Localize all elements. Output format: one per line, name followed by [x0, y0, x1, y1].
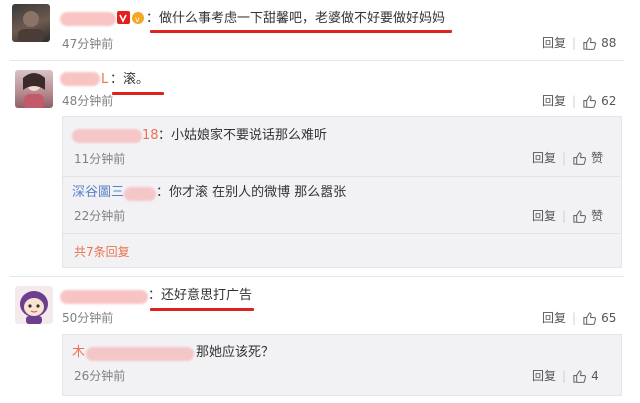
cartoon-avatar-icon	[20, 291, 48, 324]
reply-time: 11分钟前	[74, 152, 126, 166]
comment-divider	[10, 276, 624, 277]
blurred-username	[86, 347, 194, 361]
like-button[interactable]: 62	[582, 93, 616, 109]
comment-divider	[10, 60, 624, 61]
comment-actions: 回复 | 88	[542, 35, 617, 51]
reply-time: 26分钟前	[74, 369, 126, 383]
comment-text: ：做什么事考虑一下甜馨吧，老婆做不好要做好妈妈	[146, 11, 446, 26]
comment-time: 47分钟前	[62, 37, 114, 51]
reply-divider	[62, 233, 620, 234]
comment-text: ：滚。	[110, 72, 150, 87]
reply-text: ：小姑娘家不要说话那么难听	[158, 128, 328, 143]
reply-button[interactable]: 回复	[542, 35, 566, 51]
more-replies-link[interactable]: 共7条回复	[74, 244, 130, 260]
like-count: 62	[601, 94, 617, 108]
username-fragment[interactable]: 18	[142, 127, 159, 145]
reply-time: 22分钟前	[74, 209, 126, 223]
like-button[interactable]: 赞	[572, 150, 603, 166]
like-count: 88	[601, 36, 617, 50]
reply-actions: 回复 | 赞	[532, 150, 604, 166]
avatar[interactable]	[15, 286, 53, 324]
like-button[interactable]: 4	[572, 368, 599, 384]
blurred-username	[124, 187, 156, 201]
avatar-photo-icon	[23, 73, 45, 108]
like-button[interactable]: 赞	[572, 208, 603, 224]
like-button[interactable]: 88	[582, 35, 616, 51]
reply-button[interactable]: 回复	[542, 93, 566, 109]
comment-actions: 回复 | 62	[542, 93, 617, 109]
thumbs-up-icon	[573, 151, 587, 165]
reply-actions: 回复 | 4	[532, 368, 599, 384]
reply-button[interactable]: 回复	[542, 310, 566, 326]
blurred-username	[60, 72, 100, 86]
reply-divider	[62, 176, 620, 177]
like-count: 65	[601, 311, 617, 325]
like-button[interactable]: 65	[582, 310, 616, 326]
username-fragment[interactable]: 木	[72, 344, 85, 362]
comment-time: 50分钟前	[62, 311, 114, 325]
thumbs-up-icon	[583, 94, 597, 108]
thumbs-up-icon	[583, 311, 597, 325]
comment-time: 48分钟前	[62, 94, 114, 108]
thumbs-up-icon	[573, 209, 587, 223]
vip-badge-icon: v	[116, 10, 146, 30]
comment-actions: 回复 | 65	[542, 310, 617, 326]
red-underline	[150, 30, 452, 33]
reply-actions: 回复 | 赞	[532, 208, 604, 224]
reply-text: 那她应该死？	[196, 345, 275, 360]
reply-list	[62, 334, 622, 396]
avatar-photo-icon	[18, 11, 44, 42]
reply-button[interactable]: 回复	[532, 368, 556, 384]
username-fragment[interactable]: L	[101, 71, 108, 89]
reply-text: ：你才滚 在别人的微博 那么嚣张	[156, 185, 347, 200]
username-fragment[interactable]: 深谷圖三	[72, 184, 124, 202]
blurred-username	[60, 12, 116, 26]
red-underline	[112, 92, 164, 95]
reply-button[interactable]: 回复	[532, 208, 556, 224]
avatar[interactable]	[12, 4, 50, 42]
blurred-username	[72, 129, 142, 143]
reply-button[interactable]: 回复	[532, 150, 556, 166]
thumbs-up-icon	[573, 369, 587, 383]
svg-text:v: v	[135, 15, 140, 24]
red-underline	[150, 308, 254, 311]
comment-text: ：还好意思打广告	[148, 288, 253, 303]
like-count: 4	[591, 369, 599, 383]
blurred-username	[60, 290, 148, 304]
thumbs-up-icon	[583, 36, 597, 50]
avatar[interactable]	[15, 70, 53, 108]
like-label: 赞	[591, 209, 604, 223]
like-label: 赞	[591, 151, 604, 165]
